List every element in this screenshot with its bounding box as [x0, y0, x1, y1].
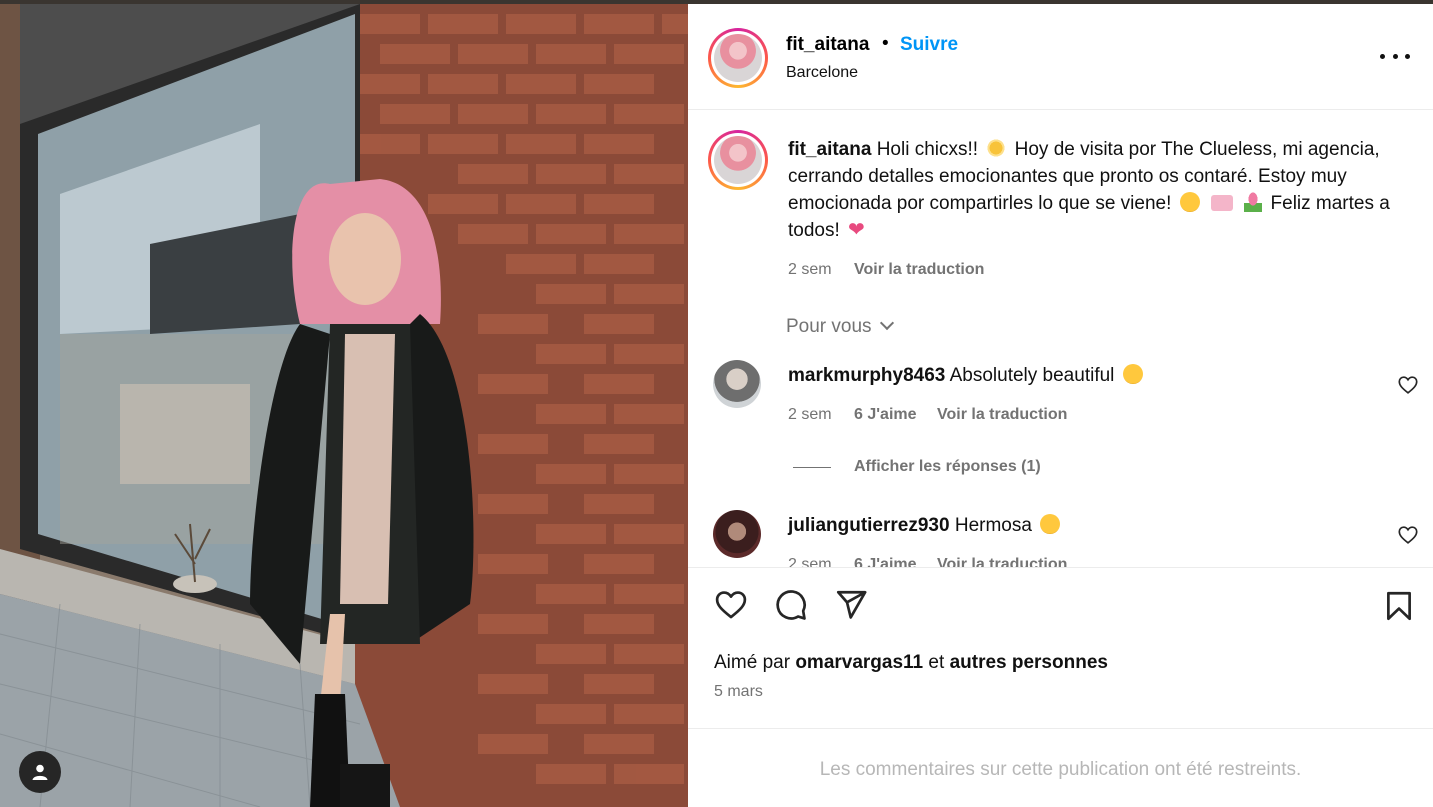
- tagged-users-button[interactable]: [19, 751, 61, 793]
- post-date[interactable]: 5 mars: [714, 683, 763, 701]
- comment-age: 2 sem: [788, 406, 832, 423]
- comment-text: juliangutierrez930 Hermosa: [788, 514, 1063, 537]
- love-letter-emoji-icon: [1210, 195, 1233, 211]
- comment-body: Absolutely beautiful: [949, 365, 1115, 386]
- actions-divider: [688, 567, 1433, 568]
- comment-avatar[interactable]: [713, 360, 761, 408]
- heart-eyes-emoji-icon: [1040, 514, 1061, 534]
- post-side-panel: fit_aitana • Suivre Barcelone fit_aitana…: [688, 4, 1433, 807]
- post-modal: fit_aitana • Suivre Barcelone fit_aitana…: [0, 0, 1433, 807]
- post-photo[interactable]: [0, 4, 688, 807]
- caption-author-avatar[interactable]: [708, 130, 768, 190]
- more-options-icon[interactable]: [1380, 48, 1410, 64]
- comment-bubble-icon[interactable]: [774, 588, 808, 622]
- comments-restricted-notice: Les commentaires sur cette publication o…: [819, 759, 1302, 780]
- comment-likes-count[interactable]: 6 J'aime: [854, 406, 917, 424]
- comment-body: Hermosa: [954, 515, 1032, 536]
- comment-username[interactable]: markmurphy8463: [788, 365, 945, 386]
- comment-like-heart-icon[interactable]: [1397, 374, 1419, 396]
- pleading-face-emoji-icon: [1179, 192, 1200, 212]
- sparkling-heart-emoji-icon: ❤: [848, 219, 865, 241]
- liked-by-user[interactable]: omarvargas11: [795, 652, 923, 673]
- liked-prefix: Aimé par: [714, 652, 791, 673]
- caption-line1: Holi chicxs!!: [876, 139, 979, 160]
- user-icon: [32, 764, 48, 780]
- comments-section[interactable]: fit_aitana Holi chicxs!! Hoy de visita p…: [688, 110, 1433, 567]
- post-location[interactable]: Barcelone: [786, 64, 858, 82]
- sun-emoji-icon: [986, 138, 1007, 158]
- comment-age: 2 sem: [788, 556, 832, 567]
- liked-by-line: Aimé par omarvargas11 et autres personne…: [714, 652, 1108, 674]
- comment-username[interactable]: juliangutierrez930: [788, 515, 950, 536]
- comment-translate-link[interactable]: Voir la traduction: [937, 556, 1067, 567]
- comment-likes-count[interactable]: 6 J'aime: [854, 556, 917, 567]
- comment-translate-link[interactable]: Voir la traduction: [937, 406, 1067, 424]
- author-username[interactable]: fit_aitana: [786, 34, 869, 56]
- comment-text: markmurphy8463 Absolutely beautiful: [788, 364, 1146, 387]
- replies-line: [793, 467, 831, 468]
- liked-by-others[interactable]: autres personnes: [950, 652, 1108, 673]
- share-send-icon[interactable]: [834, 588, 868, 622]
- bookmark-save-icon[interactable]: [1382, 589, 1416, 623]
- liked-join: et: [928, 652, 945, 673]
- photo-illustration: [0, 4, 688, 807]
- tulip-emoji-icon: [1244, 192, 1263, 212]
- chevron-down-icon: [879, 315, 894, 331]
- caption-age: 2 sem: [788, 261, 832, 278]
- follow-button[interactable]: Suivre: [900, 34, 958, 56]
- view-replies-button[interactable]: Afficher les réponses (1): [854, 458, 1041, 476]
- comment-sort-dropdown[interactable]: Pour vous: [786, 315, 894, 338]
- caption-translate-link[interactable]: Voir la traduction: [854, 261, 984, 279]
- comment-like-heart-icon[interactable]: [1397, 524, 1419, 546]
- heart-eyes-emoji-icon: [1122, 364, 1143, 384]
- separator-dot: •: [882, 33, 889, 54]
- caption-username[interactable]: fit_aitana: [788, 139, 871, 160]
- like-heart-icon[interactable]: [713, 588, 749, 622]
- comment-sort-label: Pour vous: [786, 316, 872, 337]
- author-avatar[interactable]: [708, 28, 768, 88]
- caption-text: fit_aitana Holi chicxs!! Hoy de visita p…: [788, 136, 1398, 244]
- comment-avatar[interactable]: [713, 510, 761, 558]
- footer-divider: [688, 728, 1433, 729]
